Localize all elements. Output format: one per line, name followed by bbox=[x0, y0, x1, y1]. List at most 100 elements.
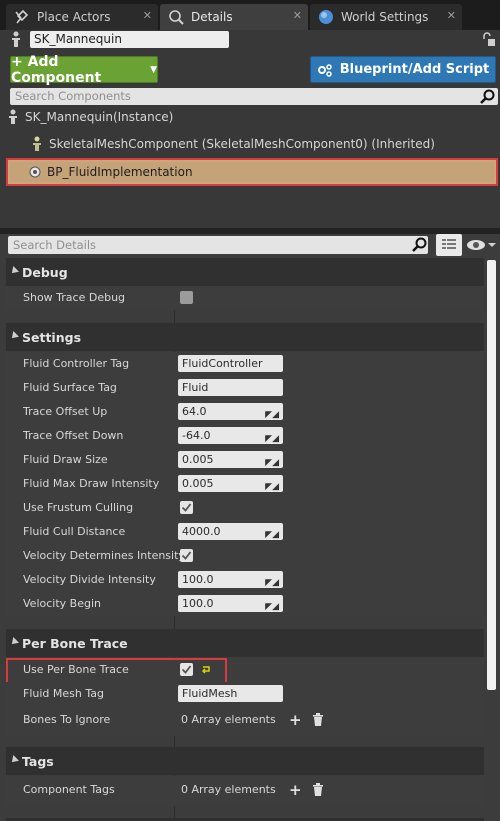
component-gear-icon bbox=[28, 165, 42, 179]
add-element-icon[interactable]: + bbox=[289, 711, 302, 729]
property-label: Fluid Surface Tag bbox=[23, 381, 117, 394]
search-icon[interactable] bbox=[412, 237, 428, 256]
velocity-determines-intensity-checkbox[interactable] bbox=[180, 549, 193, 562]
add-element-icon[interactable]: + bbox=[289, 781, 302, 799]
velocity-begin-field[interactable]: 100.0 ◤◢ bbox=[178, 595, 283, 612]
property-label: Velocity Determines Intensity bbox=[23, 549, 185, 562]
velocity-divide-intensity-field[interactable]: 100.0 ◤◢ bbox=[178, 571, 283, 588]
blueprint-add-script-button[interactable]: Blueprint/Add Script bbox=[310, 56, 496, 83]
tree-item-skeletal-mesh[interactable]: SkeletalMeshComponent (SkeletalMeshCompo… bbox=[30, 133, 490, 155]
property-label: Fluid Controller Tag bbox=[23, 357, 130, 370]
tab-label: World Settings bbox=[341, 10, 429, 24]
spinner-icon[interactable]: ◤◢ bbox=[265, 431, 279, 448]
spinner-icon[interactable]: ◤◢ bbox=[265, 599, 279, 616]
skeletal-mesh-icon bbox=[30, 136, 44, 152]
property-use-frustum-culling: Use Frustum Culling bbox=[6, 496, 484, 520]
details-icon bbox=[168, 9, 184, 25]
property-fluid-cull-distance: Fluid Cull Distance 4000.0 ◤◢ bbox=[6, 520, 484, 544]
field-value: 0.005 bbox=[182, 477, 214, 490]
globe-icon bbox=[318, 9, 334, 25]
property-trace-offset-up: Trace Offset Up 64.0 ◤◢ bbox=[6, 400, 484, 424]
actor-name-field[interactable]: SK_Mannequin bbox=[30, 31, 229, 48]
spinner-icon[interactable]: ◤◢ bbox=[265, 455, 279, 472]
array-count: 0 Array elements bbox=[181, 783, 276, 796]
property-label: Trace Offset Down bbox=[23, 429, 124, 442]
eye-icon bbox=[466, 238, 496, 252]
field-value: 4000.0 bbox=[182, 525, 221, 538]
property-fluid-mesh-tag: Fluid Mesh Tag FluidMesh bbox=[6, 682, 484, 706]
property-label: Velocity Begin bbox=[23, 597, 101, 610]
tree-item-root[interactable]: SK_Mannequin(Instance) bbox=[6, 106, 496, 128]
expand-arrow-icon bbox=[9, 637, 19, 647]
fluid-surface-tag-field[interactable]: Fluid bbox=[178, 379, 283, 396]
place-actors-icon bbox=[14, 9, 30, 25]
array-count: 0 Array elements bbox=[181, 713, 276, 726]
spinner-icon[interactable]: ◤◢ bbox=[265, 407, 279, 424]
category-settings[interactable]: Settings bbox=[6, 323, 484, 351]
category-label: Tags bbox=[22, 753, 54, 769]
fluid-max-draw-intensity-field[interactable]: 0.005 ◤◢ bbox=[178, 475, 283, 492]
use-frustum-culling-checkbox[interactable] bbox=[180, 501, 193, 514]
tree-item-label: SK_Mannequin(Instance) bbox=[25, 110, 174, 124]
chevron-down-icon: ▼ bbox=[150, 64, 157, 75]
property-fluid-controller-tag: Fluid Controller Tag FluidController bbox=[6, 352, 484, 376]
property-velocity-divide-intensity: Velocity Divide Intensity 100.0 ◤◢ bbox=[6, 568, 484, 592]
tree-item-bp-fluid-implementation[interactable]: BP_FluidImplementation bbox=[6, 158, 498, 186]
expand-arrow-icon bbox=[9, 331, 19, 341]
close-icon[interactable]: ✕ bbox=[143, 9, 152, 22]
category-per-bone-trace[interactable]: Per Bone Trace bbox=[6, 629, 484, 657]
highlight-box bbox=[6, 658, 227, 684]
property-trace-offset-down: Trace Offset Down -64.0 ◤◢ bbox=[6, 424, 484, 448]
property-label: Use Frustum Culling bbox=[23, 501, 134, 514]
tab-label: Details bbox=[191, 10, 233, 24]
field-value: 64.0 bbox=[182, 405, 207, 418]
property-label: Bones To Ignore bbox=[23, 713, 111, 726]
fluid-draw-size-field[interactable]: 0.005 ◤◢ bbox=[178, 451, 283, 468]
category-tags[interactable]: Tags bbox=[6, 747, 484, 775]
spinner-icon[interactable]: ◤◢ bbox=[265, 575, 279, 592]
property-fluid-surface-tag: Fluid Surface Tag Fluid bbox=[6, 376, 484, 400]
category-debug[interactable]: Debug bbox=[6, 258, 484, 286]
property-velocity-begin: Velocity Begin 100.0 ◤◢ bbox=[6, 592, 484, 616]
property-label: Fluid Max Draw Intensity bbox=[23, 477, 160, 490]
checkmark-icon bbox=[181, 503, 192, 512]
expand-arrow-icon bbox=[9, 755, 19, 765]
add-component-button[interactable]: + Add Component ▼ bbox=[10, 54, 158, 86]
view-options-button[interactable] bbox=[466, 236, 496, 254]
show-trace-debug-checkbox[interactable] bbox=[180, 291, 193, 304]
property-label: Component Tags bbox=[23, 783, 115, 796]
category-label: Debug bbox=[22, 264, 68, 280]
property-label: Fluid Mesh Tag bbox=[23, 687, 104, 700]
category-label: Settings bbox=[22, 329, 82, 345]
fluid-mesh-tag-field[interactable]: FluidMesh bbox=[178, 685, 283, 702]
fluid-cull-distance-field[interactable]: 4000.0 ◤◢ bbox=[178, 523, 283, 540]
field-value: -64.0 bbox=[182, 429, 211, 442]
tab-details[interactable]: Details ✕ bbox=[160, 4, 308, 30]
property-velocity-determines-intensity: Velocity Determines Intensity bbox=[6, 544, 484, 568]
search-details-input[interactable]: Search Details bbox=[8, 236, 428, 254]
search-components-input[interactable]: Search Components bbox=[10, 88, 498, 105]
property-matrix-button[interactable] bbox=[436, 234, 462, 256]
tab-world-settings[interactable]: World Settings ✕ bbox=[310, 4, 462, 30]
trash-icon[interactable] bbox=[312, 783, 324, 799]
tree-item-label: SkeletalMeshComponent (SkeletalMeshCompo… bbox=[49, 137, 435, 151]
tree-item-label: BP_FluidImplementation bbox=[47, 165, 193, 179]
blueprint-icon bbox=[317, 63, 333, 77]
trace-offset-up-field[interactable]: 64.0 ◤◢ bbox=[178, 403, 283, 420]
trace-offset-down-field[interactable]: -64.0 ◤◢ bbox=[178, 427, 283, 444]
spinner-icon[interactable]: ◤◢ bbox=[265, 479, 279, 496]
property-label: Velocity Divide Intensity bbox=[23, 573, 156, 586]
close-icon[interactable]: ✕ bbox=[293, 9, 302, 22]
lock-icon[interactable] bbox=[480, 31, 496, 51]
grid-icon bbox=[441, 238, 457, 252]
property-label: Trace Offset Up bbox=[23, 405, 108, 418]
tab-place-actors[interactable]: Place Actors ✕ bbox=[6, 4, 158, 30]
property-component-tags: Component Tags 0 Array elements + bbox=[6, 776, 484, 806]
close-icon[interactable]: ✕ bbox=[447, 9, 456, 22]
scrollbar-thumb[interactable] bbox=[487, 260, 496, 690]
property-show-trace-debug: Show Trace Debug bbox=[6, 286, 484, 310]
trash-icon[interactable] bbox=[312, 713, 324, 729]
spinner-icon[interactable]: ◤◢ bbox=[265, 527, 279, 544]
fluid-controller-tag-field[interactable]: FluidController bbox=[178, 355, 283, 372]
property-label: Show Trace Debug bbox=[23, 291, 126, 304]
